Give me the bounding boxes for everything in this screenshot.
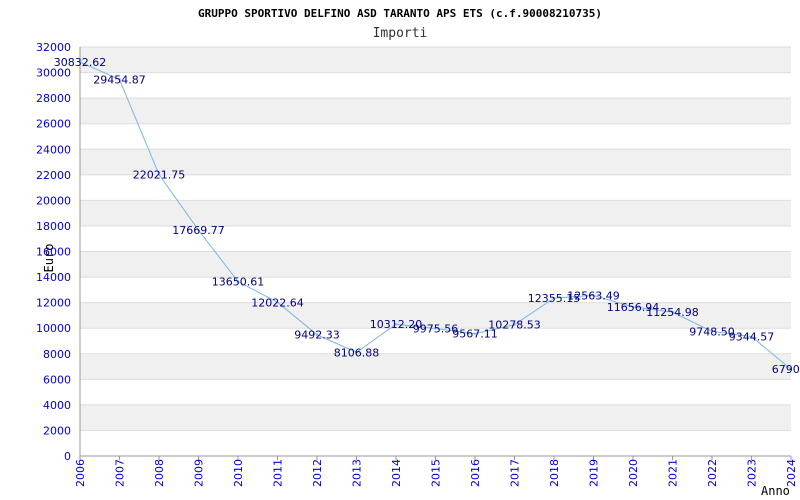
y-tick-label: 28000 — [36, 92, 71, 105]
y-axis-label: Euro — [42, 244, 56, 273]
grid-band — [80, 47, 791, 73]
x-tick-label: 2010 — [232, 459, 245, 487]
y-tick-label: 20000 — [36, 194, 71, 207]
chart-subtitle: Importi — [373, 26, 428, 41]
data-value-label: 6790.4 — [772, 363, 800, 376]
x-tick-label: 2006 — [74, 459, 87, 487]
line-chart: GRUPPO SPORTIVO DELFINO ASD TARANTO APS … — [36, 7, 800, 498]
data-value-label: 8106.88 — [334, 346, 380, 359]
data-value-label: 22021.75 — [133, 169, 186, 182]
y-tick-label: 2000 — [43, 424, 71, 437]
y-tick-label: 8000 — [43, 348, 71, 361]
y-tick-label: 18000 — [36, 220, 71, 233]
data-value-label: 12022.64 — [251, 296, 304, 309]
data-value-label: 17669.77 — [172, 224, 225, 237]
x-tick-label: 2015 — [430, 459, 443, 487]
y-tick-label: 0 — [64, 450, 71, 463]
data-value-label: 9344.57 — [729, 331, 775, 344]
grid-band — [80, 404, 791, 431]
x-tick-label: 2022 — [706, 459, 719, 487]
x-tick-label: 2020 — [627, 459, 640, 487]
grid-band — [80, 251, 791, 278]
y-tick-label: 6000 — [43, 373, 71, 386]
grid-band — [80, 98, 791, 124]
x-tick-label: 2012 — [311, 459, 324, 487]
x-tick-label: 2018 — [548, 459, 561, 487]
x-tick-label: 2013 — [351, 459, 364, 487]
x-axis-label: Anno — [761, 484, 790, 498]
y-tick-label: 32000 — [36, 41, 71, 54]
grid-band — [80, 149, 791, 175]
y-tick-label: 24000 — [36, 143, 71, 156]
data-value-label: 10278.53 — [488, 319, 541, 332]
x-tick-label: 2009 — [193, 459, 206, 487]
y-tick-label: 26000 — [36, 118, 71, 131]
y-tick-label: 22000 — [36, 169, 71, 182]
x-tick-label: 2019 — [588, 459, 601, 487]
x-tick-label: 2023 — [746, 459, 759, 487]
data-value-label: 11254.98 — [646, 306, 699, 319]
y-tick-label: 10000 — [36, 322, 71, 335]
data-value-label: 9492.33 — [294, 329, 340, 342]
x-tick-label: 2007 — [114, 459, 127, 487]
data-value-label: 29454.87 — [93, 74, 146, 87]
chart-title: GRUPPO SPORTIVO DELFINO ASD TARANTO APS … — [198, 7, 602, 20]
x-tick-label: 2017 — [509, 459, 522, 487]
x-axis-ticks: 2006 2007 2008 2009 2010 2011 2012 2013 2014 2015… — [74, 456, 798, 487]
x-tick-label: 2021 — [667, 459, 680, 487]
x-tick-label: 2016 — [469, 459, 482, 487]
grid-band — [80, 353, 791, 380]
y-tick-label: 12000 — [36, 297, 71, 310]
x-tick-label: 2008 — [153, 459, 166, 487]
data-value-label: 13650.61 — [212, 276, 265, 289]
x-tick-label: 2011 — [272, 459, 285, 487]
x-tick-label: 2024 — [785, 459, 798, 487]
plot-background-bands — [80, 47, 791, 431]
y-tick-label: 4000 — [43, 399, 71, 412]
data-value-label: 30832.62 — [54, 56, 107, 69]
x-tick-label: 2014 — [390, 459, 403, 487]
